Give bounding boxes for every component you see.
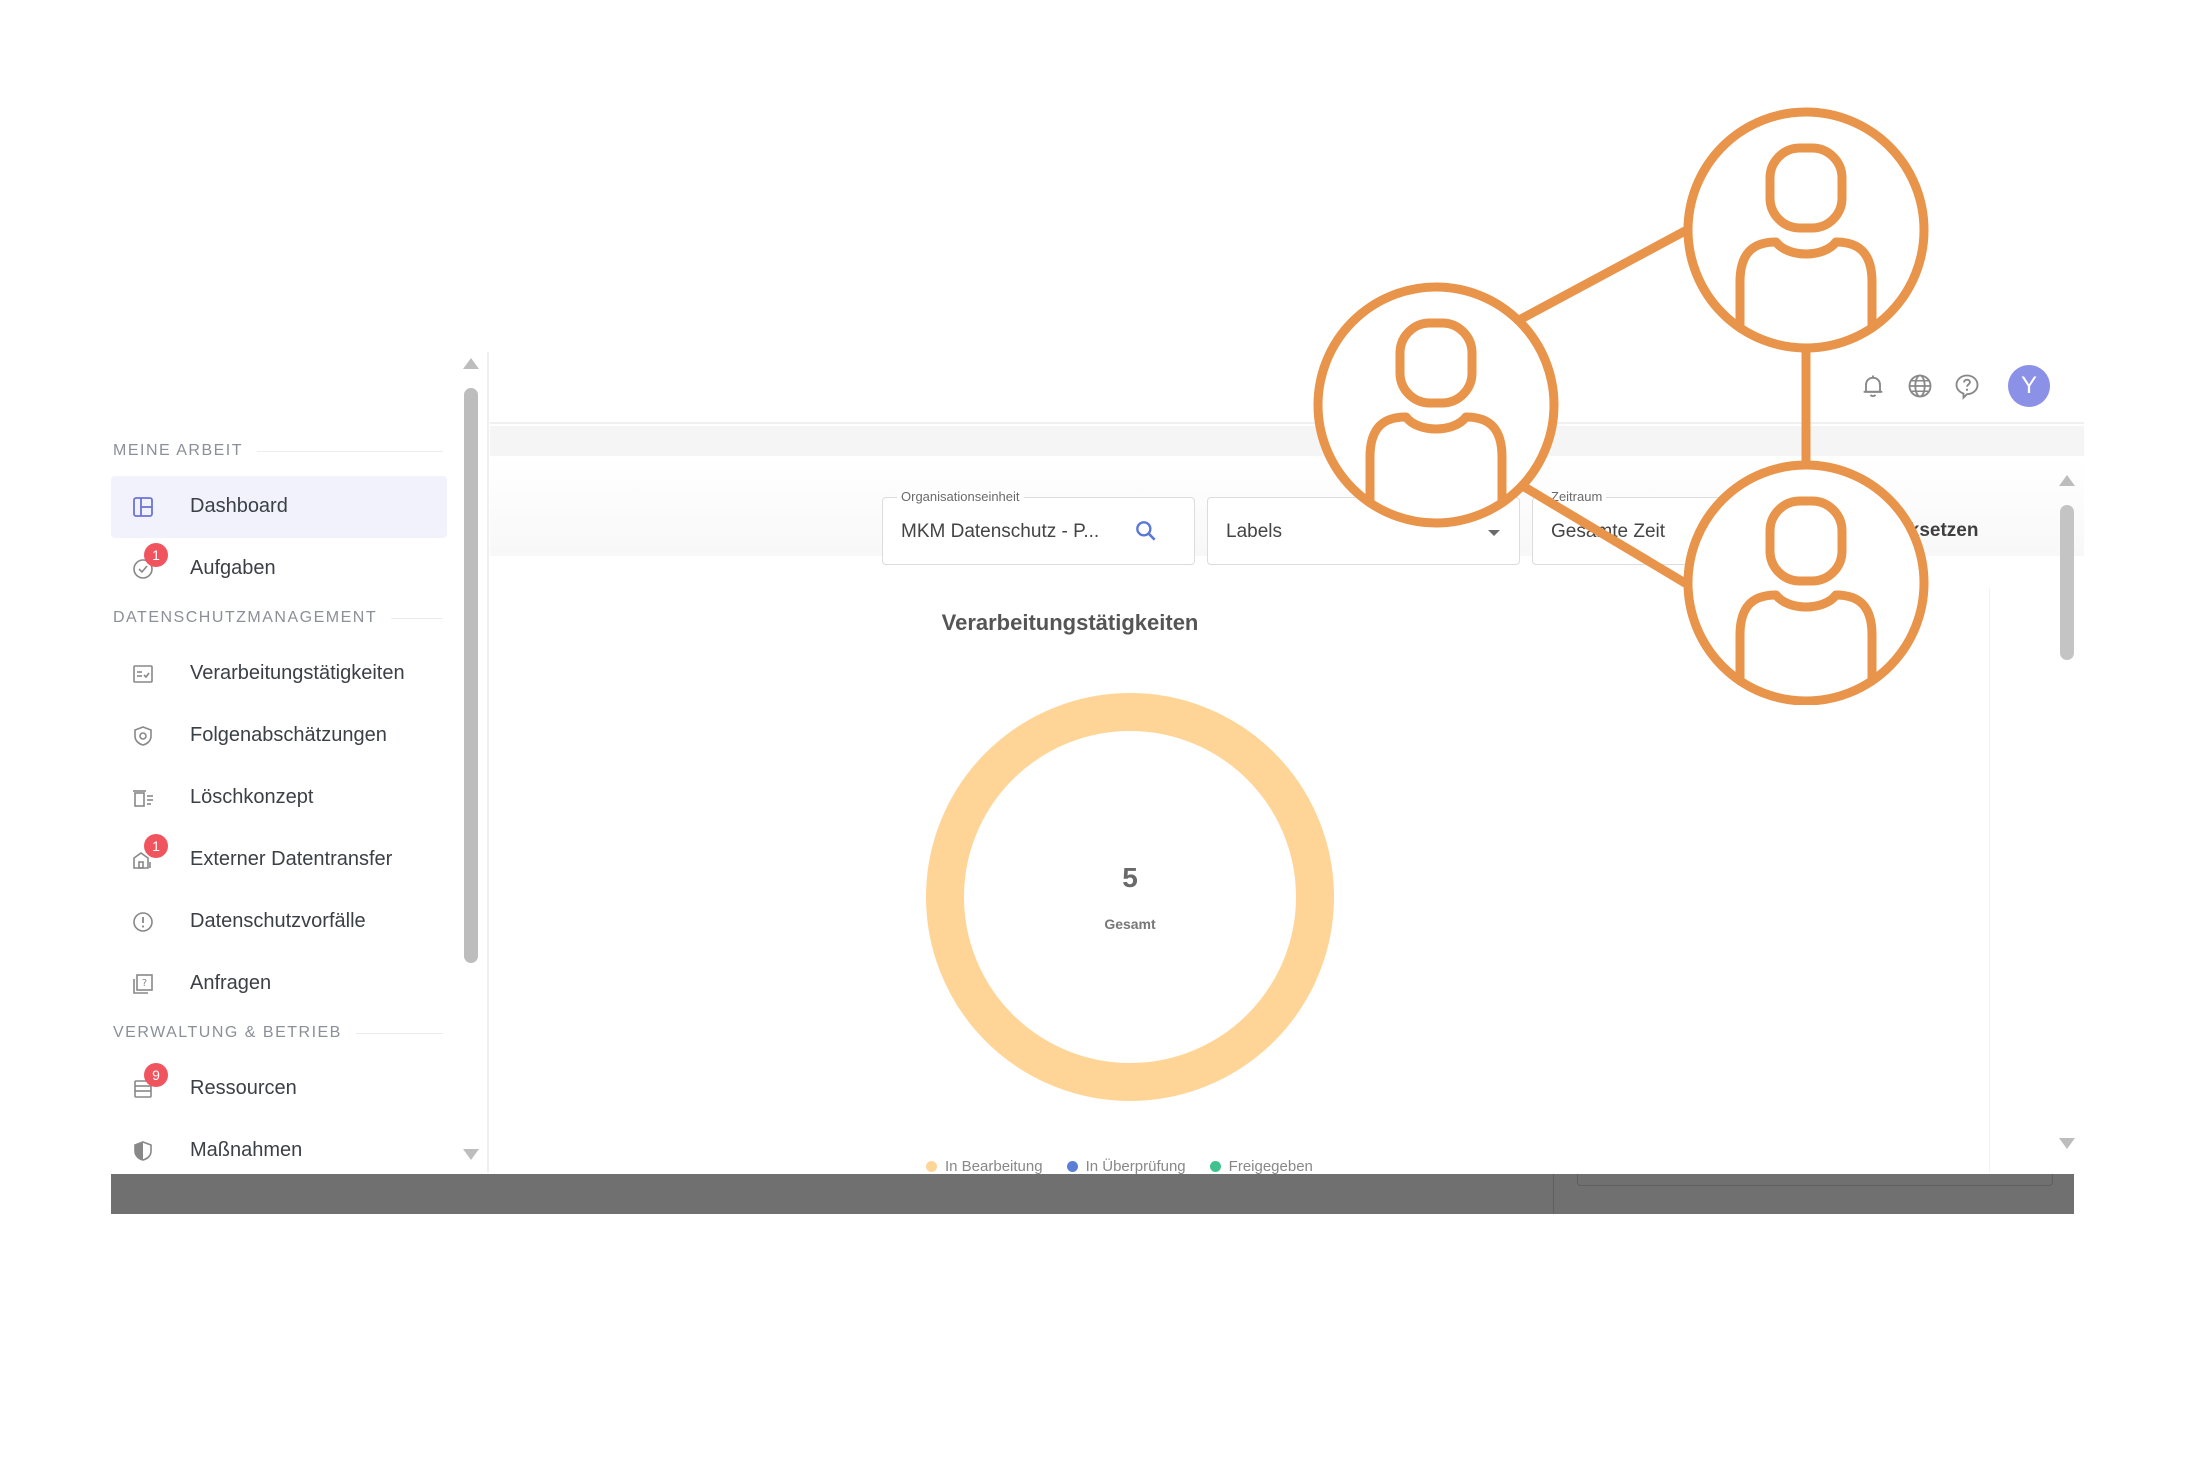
section-title: DATENSCHUTZMANAGEMENT — [113, 609, 378, 626]
dashboard-icon — [131, 495, 155, 519]
main-scrollbar[interactable] — [2056, 470, 2078, 1170]
shield-half-icon — [131, 1139, 155, 1163]
org-unit-label: Organisationseinheit — [897, 489, 1024, 504]
sidebar-item-label: Folgenabschätzungen — [190, 724, 387, 746]
shield-search-icon — [131, 724, 155, 748]
user-avatar[interactable]: Y — [2008, 365, 2050, 407]
chevron-down-icon — [1813, 530, 1825, 536]
main-content: Y Organisationseinheit MKM Datenschutz -… — [490, 352, 2084, 1175]
request-icon: ? — [131, 972, 155, 996]
sidebar-item-dashboard[interactable]: Dashboard — [111, 476, 447, 538]
labels-select[interactable]: Labels — [1207, 497, 1520, 565]
sidebar-item-label: Dashboard — [190, 495, 288, 517]
sidebar-item-folgenabschaetzungen[interactable]: Folgenabschätzungen — [111, 705, 447, 767]
bottom-field-edge — [1577, 1174, 2053, 1186]
sidebar-item-externer-datentransfer[interactable]: 1 Externer Datentransfer — [111, 829, 447, 891]
sidebar-scroll-thumb[interactable] — [464, 388, 478, 963]
sidebar-scrollbar[interactable] — [460, 352, 482, 1170]
search-icon[interactable] — [1133, 518, 1159, 549]
person-body-icon — [1735, 237, 1877, 333]
donut-segment-0[interactable] — [926, 693, 1334, 1101]
legend-label: In Bearbeitung — [945, 1158, 1043, 1175]
legend-label: In Überprüfung — [1085, 1158, 1186, 1175]
sidebar-item-label: Anfragen — [190, 972, 272, 994]
chart-title: Verarbeitungstätigkeiten — [941, 610, 1199, 635]
sidebar-item-verarbeitungstaetigkeiten[interactable]: Verarbeitungstätigkeiten — [111, 643, 447, 705]
processing-list-icon — [131, 662, 155, 686]
sidebar-item-anfragen[interactable]: ? Anfragen — [111, 953, 447, 1015]
notification-badge: 1 — [144, 834, 168, 858]
sidebar-item-label: Verarbeitungstätigkeiten — [190, 662, 405, 684]
legend-item-freigegeben[interactable]: Freigegeben — [1209, 1158, 1313, 1175]
app-screen: MEINE ARBEIT Dashboard 1 Aufgaben DATENS… — [0, 0, 2196, 1463]
section-verwaltung-betrieb: VERWALTUNG & BETRIEB — [113, 1024, 443, 1042]
chart-total-label: Gesamt — [1104, 916, 1156, 932]
chevron-down-icon — [1488, 530, 1500, 536]
donut-chart — [926, 693, 1334, 1101]
sidebar-item-massnahmen[interactable]: Maßnahmen — [111, 1120, 447, 1173]
org-unit-value: MKM Datenschutz - P... — [901, 521, 1100, 542]
chart-legend: In Bearbeitung In Überprüfung Freigegebe… — [926, 1158, 1313, 1175]
sidebar-item-aufgaben[interactable]: 1 Aufgaben — [111, 538, 447, 600]
period-select[interactable]: Zeitraum Gesamte Zeit — [1532, 489, 1845, 565]
header-band — [490, 426, 2084, 456]
sidebar-item-datenschutzvorfaelle[interactable]: Datenschutzvorfälle — [111, 891, 447, 953]
sidebar: MEINE ARBEIT Dashboard 1 Aufgaben DATENS… — [111, 356, 491, 1173]
section-datenschutzmanagement: DATENSCHUTZMANAGEMENT — [113, 609, 443, 627]
sidebar-item-label: Externer Datentransfer — [190, 848, 393, 870]
labels-value: Labels — [1226, 521, 1282, 542]
bell-icon[interactable] — [1859, 372, 1887, 400]
section-meine-arbeit: MEINE ARBEIT — [113, 442, 443, 460]
legend-label: Freigegeben — [1228, 1158, 1313, 1175]
scroll-down-arrow-icon[interactable] — [2059, 1138, 2075, 1149]
bottom-bar-separator — [1553, 1174, 1554, 1214]
reset-button[interactable]: Zurücksetzen — [1856, 520, 1978, 542]
bottom-bar — [111, 1174, 2074, 1214]
sidebar-item-label: Löschkonzept — [190, 786, 314, 808]
section-title: MEINE ARBEIT — [113, 442, 244, 459]
legend-item-in-ueberpruefung[interactable]: In Überprüfung — [1066, 1158, 1186, 1175]
globe-icon[interactable] — [1906, 372, 1934, 400]
top-bar: Y — [490, 352, 2084, 424]
chart-total-value: 5 — [1122, 862, 1138, 893]
sidebar-item-label: Aufgaben — [190, 557, 276, 579]
trash-list-icon — [131, 786, 155, 810]
alert-circle-icon — [131, 910, 155, 934]
help-icon[interactable] — [1953, 372, 1981, 400]
notification-badge: 9 — [144, 1063, 168, 1087]
section-title: VERWALTUNG & BETRIEB — [113, 1024, 342, 1041]
scroll-down-arrow-icon[interactable] — [463, 1149, 479, 1160]
main-scroll-thumb[interactable] — [2060, 505, 2074, 660]
scroll-up-arrow-icon[interactable] — [2059, 475, 2075, 486]
org-unit-field[interactable]: Organisationseinheit MKM Datenschutz - P… — [882, 489, 1195, 565]
sidebar-item-loeschkonzept[interactable]: Löschkonzept — [111, 767, 447, 829]
period-label: Zeitraum — [1547, 489, 1607, 504]
period-value: Gesamte Zeit — [1551, 521, 1666, 542]
sidebar-item-label: Ressourcen — [190, 1077, 297, 1099]
sidebar-item-label: Maßnahmen — [190, 1139, 303, 1161]
sidebar-item-label: Datenschutzvorfälle — [190, 910, 366, 932]
notification-badge: 1 — [144, 543, 168, 567]
legend-item-in-bearbeitung[interactable]: In Bearbeitung — [926, 1158, 1043, 1175]
svg-text:?: ? — [142, 978, 147, 989]
sidebar-divider — [487, 352, 489, 1172]
person-head-icon — [1765, 143, 1847, 233]
scroll-up-arrow-icon[interactable] — [463, 358, 479, 369]
sidebar-item-ressourcen[interactable]: 9 Ressourcen — [111, 1058, 447, 1120]
